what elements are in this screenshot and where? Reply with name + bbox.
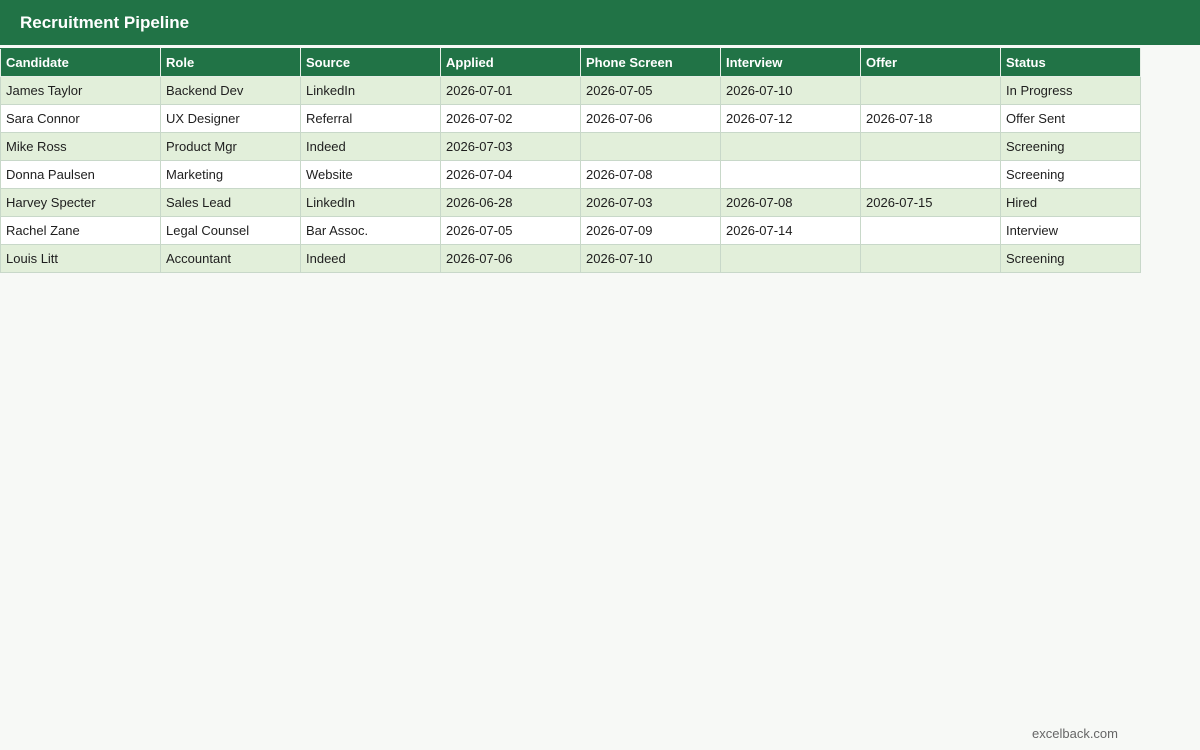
cell-interview[interactable]: 2026-07-10: [720, 76, 861, 105]
cell-phone-screen[interactable]: 2026-07-08: [580, 160, 721, 189]
cell-interview[interactable]: 2026-07-14: [720, 216, 861, 245]
cell-status[interactable]: Screening: [1000, 244, 1141, 273]
cell-phone-screen[interactable]: 2026-07-10: [580, 244, 721, 273]
table-row: Mike Ross Product Mgr Indeed 2026-07-03 Scre…: [0, 132, 1141, 161]
cell-applied[interactable]: 2026-07-05: [440, 216, 581, 245]
cell-status[interactable]: Interview: [1000, 216, 1141, 245]
table-body: James Taylor Backend Dev LinkedIn 2026-07-0…: [0, 76, 1141, 273]
table-row: Louis Litt Accountant Indeed 2026-07-06 2026…: [0, 244, 1141, 273]
cell-offer[interactable]: [860, 76, 1001, 105]
table-row: Harvey Specter Sales Lead LinkedIn 2026-06-…: [0, 188, 1141, 217]
column-header-offer[interactable]: Offer: [860, 48, 1001, 77]
cell-offer[interactable]: [860, 160, 1001, 189]
column-header-candidate[interactable]: Candidate: [0, 48, 161, 77]
cell-candidate[interactable]: James Taylor: [0, 76, 161, 105]
cell-offer[interactable]: [860, 132, 1001, 161]
cell-candidate[interactable]: Mike Ross: [0, 132, 161, 161]
cell-offer[interactable]: [860, 216, 1001, 245]
cell-interview[interactable]: [720, 132, 861, 161]
cell-role[interactable]: Sales Lead: [160, 188, 301, 217]
cell-status[interactable]: In Progress: [1000, 76, 1141, 105]
cell-role[interactable]: UX Designer: [160, 104, 301, 133]
table-row: James Taylor Backend Dev LinkedIn 2026-07-0…: [0, 76, 1141, 105]
cell-phone-screen[interactable]: 2026-07-03: [580, 188, 721, 217]
header-row: Candidate Role Source Applied Phone Scre…: [0, 48, 1141, 77]
cell-candidate[interactable]: Donna Paulsen: [0, 160, 161, 189]
cell-source[interactable]: LinkedIn: [300, 76, 441, 105]
cell-status[interactable]: Screening: [1000, 160, 1141, 189]
cell-role[interactable]: Accountant: [160, 244, 301, 273]
cell-candidate[interactable]: Harvey Specter: [0, 188, 161, 217]
cell-source[interactable]: Referral: [300, 104, 441, 133]
column-header-status[interactable]: Status: [1000, 48, 1141, 77]
cell-applied[interactable]: 2026-07-02: [440, 104, 581, 133]
pipeline-table: Candidate Role Source Applied Phone Scre…: [0, 48, 1141, 273]
cell-candidate[interactable]: Rachel Zane: [0, 216, 161, 245]
cell-source[interactable]: LinkedIn: [300, 188, 441, 217]
title-bar: Recruitment Pipeline: [0, 0, 1200, 45]
sheet-title: Recruitment Pipeline: [20, 13, 190, 32]
cell-applied[interactable]: 2026-07-04: [440, 160, 581, 189]
cell-offer[interactable]: 2026-07-15: [860, 188, 1001, 217]
cell-source[interactable]: Indeed: [300, 132, 441, 161]
cell-source[interactable]: Indeed: [300, 244, 441, 273]
cell-interview[interactable]: 2026-07-12: [720, 104, 861, 133]
cell-applied[interactable]: 2026-07-01: [440, 76, 581, 105]
table-row: Rachel Zane Legal Counsel Bar Assoc. 2026-0…: [0, 216, 1141, 245]
cell-role[interactable]: Product Mgr: [160, 132, 301, 161]
cell-candidate[interactable]: Sara Connor: [0, 104, 161, 133]
cell-phone-screen[interactable]: 2026-07-06: [580, 104, 721, 133]
cell-interview[interactable]: [720, 160, 861, 189]
column-header-interview[interactable]: Interview: [720, 48, 861, 77]
cell-interview[interactable]: 2026-07-08: [720, 188, 861, 217]
cell-phone-screen[interactable]: 2026-07-09: [580, 216, 721, 245]
table-row: Donna Paulsen Marketing Website 2026-07-04 2…: [0, 160, 1141, 189]
column-header-phone-screen[interactable]: Phone Screen: [580, 48, 721, 77]
cell-applied[interactable]: 2026-07-03: [440, 132, 581, 161]
cell-applied[interactable]: 2026-06-28: [440, 188, 581, 217]
cell-status[interactable]: Hired: [1000, 188, 1141, 217]
column-header-applied[interactable]: Applied: [440, 48, 581, 77]
cell-source[interactable]: Bar Assoc.: [300, 216, 441, 245]
column-header-source[interactable]: Source: [300, 48, 441, 77]
column-header-role[interactable]: Role: [160, 48, 301, 77]
table-row: Sara Connor UX Designer Referral 2026-07-02…: [0, 104, 1141, 133]
cell-interview[interactable]: [720, 244, 861, 273]
cell-source[interactable]: Website: [300, 160, 441, 189]
cell-applied[interactable]: 2026-07-06: [440, 244, 581, 273]
cell-role[interactable]: Marketing: [160, 160, 301, 189]
cell-status[interactable]: Screening: [1000, 132, 1141, 161]
cell-phone-screen[interactable]: [580, 132, 721, 161]
cell-role[interactable]: Backend Dev: [160, 76, 301, 105]
footer-watermark: excelback.com: [1032, 726, 1118, 741]
cell-offer[interactable]: [860, 244, 1001, 273]
cell-role[interactable]: Legal Counsel: [160, 216, 301, 245]
cell-candidate[interactable]: Louis Litt: [0, 244, 161, 273]
cell-phone-screen[interactable]: 2026-07-05: [580, 76, 721, 105]
cell-status[interactable]: Offer Sent: [1000, 104, 1141, 133]
cell-offer[interactable]: 2026-07-18: [860, 104, 1001, 133]
